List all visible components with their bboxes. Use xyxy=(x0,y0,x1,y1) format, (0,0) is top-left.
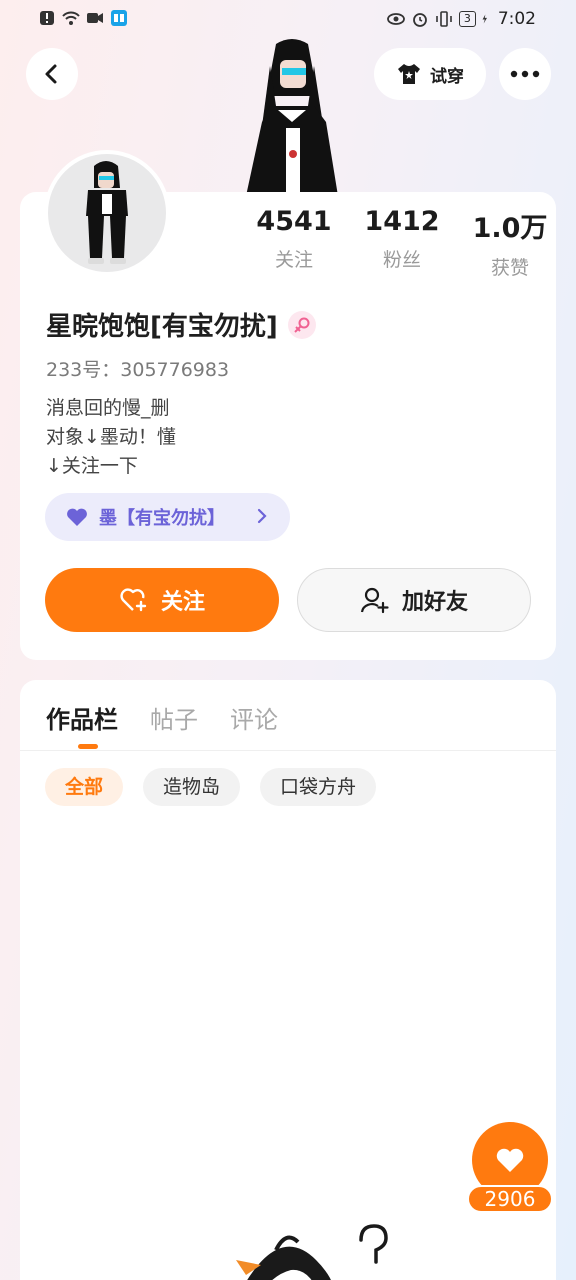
filter-pocket-ark[interactable]: 口袋方舟 xyxy=(260,768,377,806)
stat-value: 4541 xyxy=(256,206,332,237)
more-dots-icon xyxy=(510,70,540,78)
follow-label: 关注 xyxy=(160,590,205,615)
heart-plus-icon xyxy=(120,588,147,612)
character-figure xyxy=(246,39,338,196)
stat-value: 1.0万 xyxy=(472,213,548,244)
chevron-right-icon xyxy=(257,508,267,524)
empty-state-illustration xyxy=(236,1224,388,1280)
eye-icon xyxy=(386,13,405,25)
heart-icon xyxy=(67,508,87,526)
bio-line: ↓关注一下 xyxy=(46,455,138,477)
clock: 7:02 xyxy=(497,9,536,29)
battery-indicator: 3 xyxy=(458,11,476,27)
shirt-icon xyxy=(398,64,420,84)
stat-fans[interactable]: 1412 粉丝 xyxy=(348,206,456,280)
try-on-label: 试穿 xyxy=(430,66,464,87)
bio: 消息回的慢_删 对象↓墨动！懂 ↓关注一下 xyxy=(46,394,176,481)
avatar[interactable] xyxy=(44,150,170,276)
tab-posts[interactable]: 帖子 xyxy=(150,700,198,735)
bio-line: 消息回的慢_删 xyxy=(46,397,170,419)
relationship-pill[interactable]: 墨【有宝勿扰】 xyxy=(45,493,290,541)
female-icon xyxy=(287,310,316,339)
alarm-icon xyxy=(412,13,427,27)
filter-all[interactable]: 全部 xyxy=(45,768,124,806)
stats-row: 4541 关注 1412 粉丝 1.0万 获赞 xyxy=(240,206,564,280)
avatar-character-image xyxy=(86,161,128,264)
stat-label: 获赞 xyxy=(490,257,529,279)
relationship-label: 墨【有宝勿扰】 xyxy=(99,508,225,529)
add-friend-label: 加好友 xyxy=(401,590,468,615)
more-button[interactable] xyxy=(499,48,551,100)
book-app-icon xyxy=(111,10,127,26)
wifi-icon xyxy=(62,11,80,25)
stat-value: 1412 xyxy=(364,206,440,237)
tab-bar: 作品栏 帖子 评论 xyxy=(46,700,278,749)
bio-line: 对象↓墨动！懂 xyxy=(46,426,176,448)
stat-label: 关注 xyxy=(274,249,313,271)
try-on-button[interactable]: 试穿 xyxy=(374,48,486,100)
filter-chips: 全部 造物岛 口袋方舟 xyxy=(45,768,377,806)
profile-name: 星晥饱饱[有宝勿扰] xyxy=(46,312,278,342)
stat-following[interactable]: 4541 关注 xyxy=(240,206,348,280)
add-friend-button[interactable]: 加好友 xyxy=(297,568,531,632)
follow-button[interactable]: 关注 xyxy=(45,568,279,632)
stat-label: 粉丝 xyxy=(382,249,421,271)
stat-likes[interactable]: 1.0万 获赞 xyxy=(456,206,564,280)
status-bar: 3 7:02 xyxy=(0,0,576,38)
alert-icon xyxy=(40,11,54,25)
add-user-icon xyxy=(360,587,389,614)
back-button[interactable] xyxy=(26,48,78,100)
tab-comments[interactable]: 评论 xyxy=(230,700,278,735)
user-id: 233号：305776983 xyxy=(46,359,230,381)
filter-creation-island[interactable]: 造物岛 xyxy=(143,768,241,806)
video-icon xyxy=(87,13,103,23)
chevron-left-icon xyxy=(45,64,57,84)
tab-works[interactable]: 作品栏 xyxy=(46,700,118,749)
heart-icon xyxy=(496,1148,524,1172)
divider xyxy=(20,750,556,751)
vibrate-icon xyxy=(436,11,452,27)
profile-name-row: 星晥饱饱[有宝勿扰] xyxy=(46,306,316,343)
like-count-badge: 2906 xyxy=(467,1185,553,1213)
charging-icon xyxy=(482,14,487,24)
